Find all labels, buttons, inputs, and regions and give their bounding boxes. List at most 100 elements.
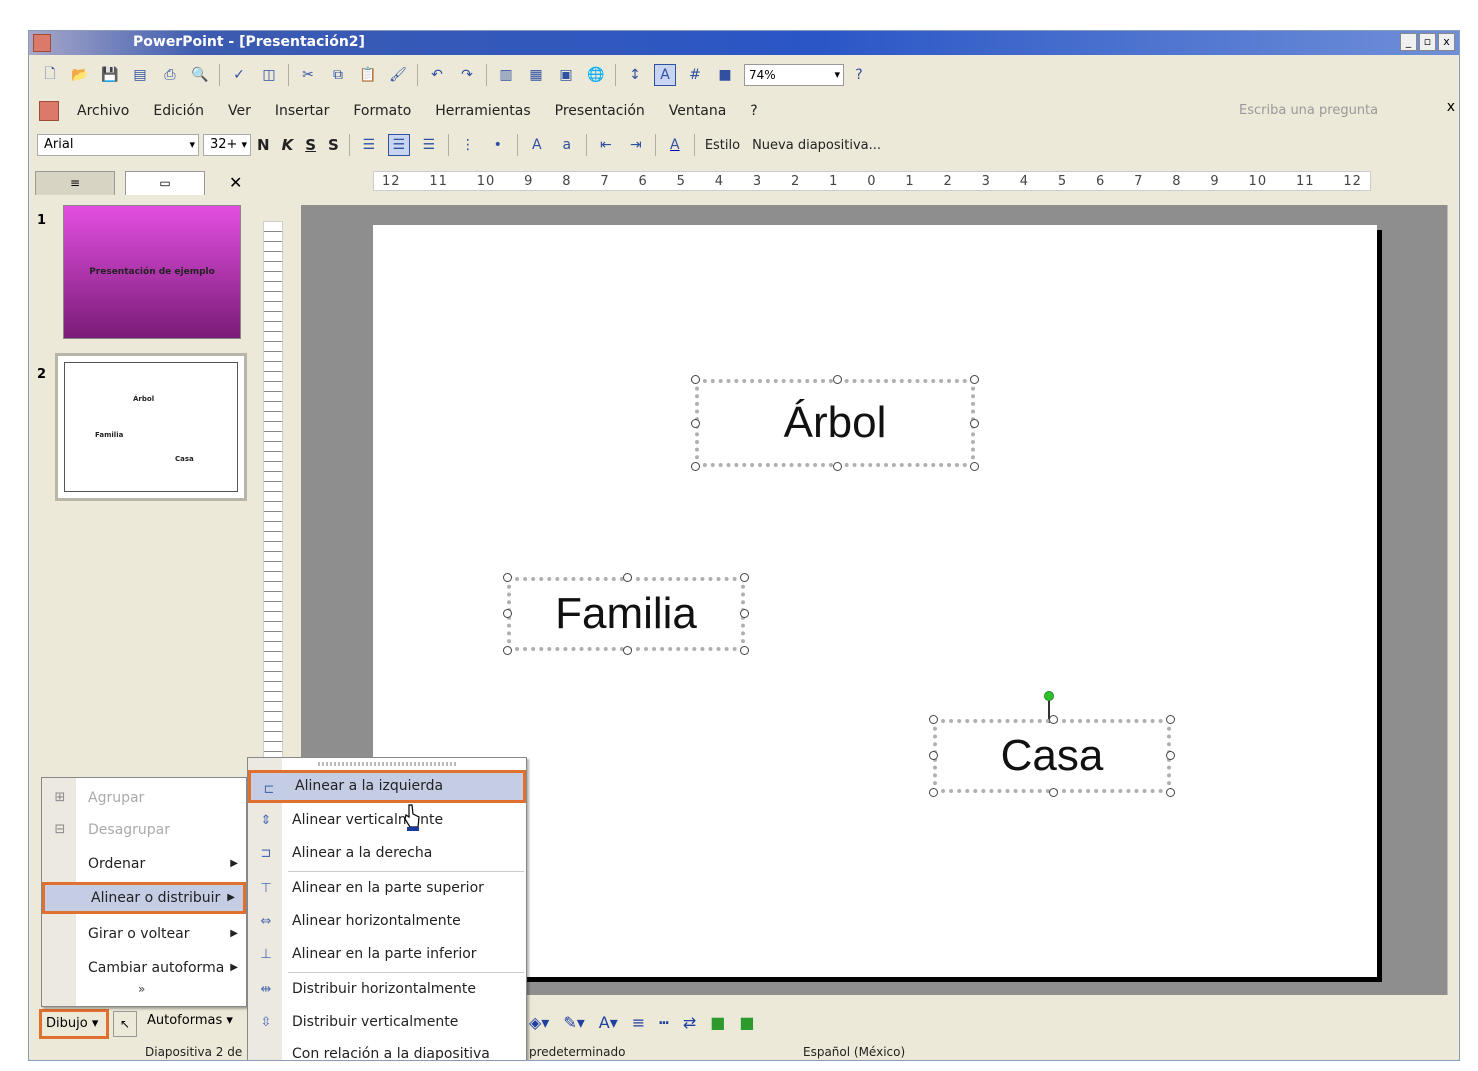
bold-button[interactable]: N (257, 136, 270, 154)
increase-indent-icon[interactable]: ⇥ (625, 134, 647, 156)
expand-all-icon[interactable]: ↕ (624, 64, 646, 86)
help-question-input[interactable]: Escriba una pregunta (1239, 100, 1419, 122)
show-formatting-icon[interactable]: A (654, 64, 676, 86)
submenu-grip[interactable] (318, 762, 458, 766)
resize-handle[interactable] (503, 573, 512, 582)
rotation-handle[interactable] (1044, 691, 1054, 701)
print-icon[interactable]: ⎙ (159, 64, 181, 86)
resize-handle[interactable] (970, 419, 979, 428)
copy-icon[interactable]: ⧉ (327, 64, 349, 86)
minimize-button[interactable]: _ (1400, 33, 1417, 51)
font-color-icon[interactable]: A▾ (599, 1013, 618, 1032)
menu-item-distribute-horizontal[interactable]: ⇹ Distribuir horizontalmente (248, 973, 526, 1006)
numbering-icon[interactable]: ⋮ (457, 134, 479, 156)
line-style-icon[interactable]: ≡ (632, 1013, 645, 1032)
redo-icon[interactable]: ↷ (456, 64, 478, 86)
document-close-button[interactable]: x (1447, 99, 1455, 115)
shadow-style-icon[interactable]: ■ (710, 1013, 725, 1032)
font-size-select[interactable]: 32+ (203, 134, 251, 156)
shadow-button[interactable]: S (328, 136, 339, 154)
resize-handle[interactable] (691, 462, 700, 471)
resize-handle[interactable] (929, 751, 938, 760)
menu-expand-chevron[interactable]: » (138, 982, 145, 996)
cut-icon[interactable]: ✂ (297, 64, 319, 86)
insert-hyperlink-icon[interactable]: 🌐 (585, 64, 607, 86)
format-painter-icon[interactable]: 🖌 (387, 64, 409, 86)
fill-color-icon[interactable]: ◈▾ (529, 1013, 549, 1032)
menu-item-alinear-distribuir[interactable]: Alinear o distribuir ▶ (42, 882, 246, 914)
menu-item-ordenar[interactable]: Ordenar ▶ (42, 848, 246, 880)
panel-close-button[interactable]: ✕ (229, 173, 242, 192)
insert-chart-icon[interactable]: ▥ (495, 64, 517, 86)
menu-item-cambiar-autoforma[interactable]: Cambiar autoforma ▶ (42, 952, 246, 984)
font-color-icon[interactable]: A (664, 134, 686, 156)
close-button[interactable]: x (1438, 33, 1455, 51)
resize-handle[interactable] (740, 609, 749, 618)
3d-style-icon[interactable]: ■ (739, 1013, 754, 1032)
resize-handle[interactable] (503, 646, 512, 655)
resize-handle[interactable] (1166, 788, 1175, 797)
tables-borders-icon[interactable]: ▣ (555, 64, 577, 86)
bullets-icon[interactable]: • (487, 134, 509, 156)
decrease-font-icon[interactable]: a (556, 134, 578, 156)
menu-item-align-right[interactable]: ⊐ Alinear a la derecha (248, 837, 526, 870)
menu-edicion[interactable]: Edición (153, 103, 204, 119)
arrow-style-icon[interactable]: ⇄ (683, 1013, 696, 1032)
open-folder-icon[interactable]: 📂 (69, 64, 91, 86)
menu-item-align-bottom[interactable]: ⊥ Alinear en la parte inferior (248, 938, 526, 971)
resize-handle[interactable] (740, 573, 749, 582)
select-objects-icon[interactable]: ↖ (113, 1011, 137, 1037)
textbox-familia[interactable]: Familia (503, 573, 749, 655)
save-icon[interactable]: 💾 (99, 64, 121, 86)
menu-formato[interactable]: Formato (353, 103, 411, 119)
resize-handle[interactable] (740, 646, 749, 655)
paste-icon[interactable]: 📋 (357, 64, 379, 86)
line-color-icon[interactable]: ✎▾ (563, 1013, 584, 1032)
resize-handle[interactable] (833, 375, 842, 384)
autoshapes-button[interactable]: Autoformas ▾ (147, 1013, 233, 1028)
menu-item-align-top[interactable]: ⊤ Alinear en la parte superior (248, 872, 526, 905)
resize-handle[interactable] (691, 419, 700, 428)
align-left-icon[interactable]: ☰ (358, 134, 380, 156)
resize-handle[interactable] (929, 715, 938, 724)
resize-handle[interactable] (1166, 751, 1175, 760)
menu-herramientas[interactable]: Herramientas (435, 103, 530, 119)
research-icon[interactable]: ◫ (258, 64, 280, 86)
slide-thumbnail-1[interactable]: Presentación de ejemplo (63, 205, 241, 339)
design-style-button[interactable]: Estilo (705, 138, 740, 153)
align-center-icon[interactable]: ☰ (387, 134, 410, 156)
menu-item-distribute-vertical[interactable]: ⇳ Distribuir verticalmente (248, 1006, 526, 1039)
increase-font-icon[interactable]: A (526, 134, 548, 156)
resize-handle[interactable] (623, 573, 632, 582)
resize-handle[interactable] (929, 788, 938, 797)
menu-ver[interactable]: Ver (228, 103, 251, 119)
resize-handle[interactable] (503, 609, 512, 618)
decrease-indent-icon[interactable]: ⇤ (595, 134, 617, 156)
slides-tab[interactable]: ▭ (125, 171, 205, 195)
resize-handle[interactable] (691, 375, 700, 384)
align-right-icon[interactable]: ☰ (418, 134, 440, 156)
slide-thumbnail-2[interactable]: Árbol Familia Casa (55, 353, 247, 501)
menu-item-align-center[interactable]: ⇕ Alinear verticalmente (248, 804, 526, 837)
resize-handle[interactable] (1049, 715, 1058, 724)
menu-item-align-middle[interactable]: ⇔ Alinear horizontalmente (248, 905, 526, 938)
resize-handle[interactable] (1166, 715, 1175, 724)
menu-item-girar-voltear[interactable]: Girar o voltear ▶ (42, 918, 246, 950)
menu-item-relative-to-slide[interactable]: Con relación a la diapositiva (248, 1038, 526, 1060)
print-preview-icon[interactable]: 🔍 (189, 64, 211, 86)
outline-tab[interactable]: ≡ (35, 171, 115, 195)
italic-button[interactable]: K (282, 136, 294, 154)
font-select[interactable]: Arial (37, 134, 199, 156)
help-icon[interactable]: ? (848, 64, 870, 86)
textbox-casa[interactable]: Casa (929, 715, 1175, 797)
insert-table-icon[interactable]: ▦ (525, 64, 547, 86)
resize-handle[interactable] (623, 646, 632, 655)
show-grid-icon[interactable]: # (684, 64, 706, 86)
menu-archivo[interactable]: Archivo (77, 103, 129, 119)
permission-icon[interactable]: ▤ (129, 64, 151, 86)
resize-handle[interactable] (970, 462, 979, 471)
menu-item-agrupar[interactable]: ⊞ Agrupar (42, 782, 246, 814)
menu-insertar[interactable]: Insertar (275, 103, 330, 119)
resize-handle[interactable] (833, 462, 842, 471)
resize-handle[interactable] (970, 375, 979, 384)
